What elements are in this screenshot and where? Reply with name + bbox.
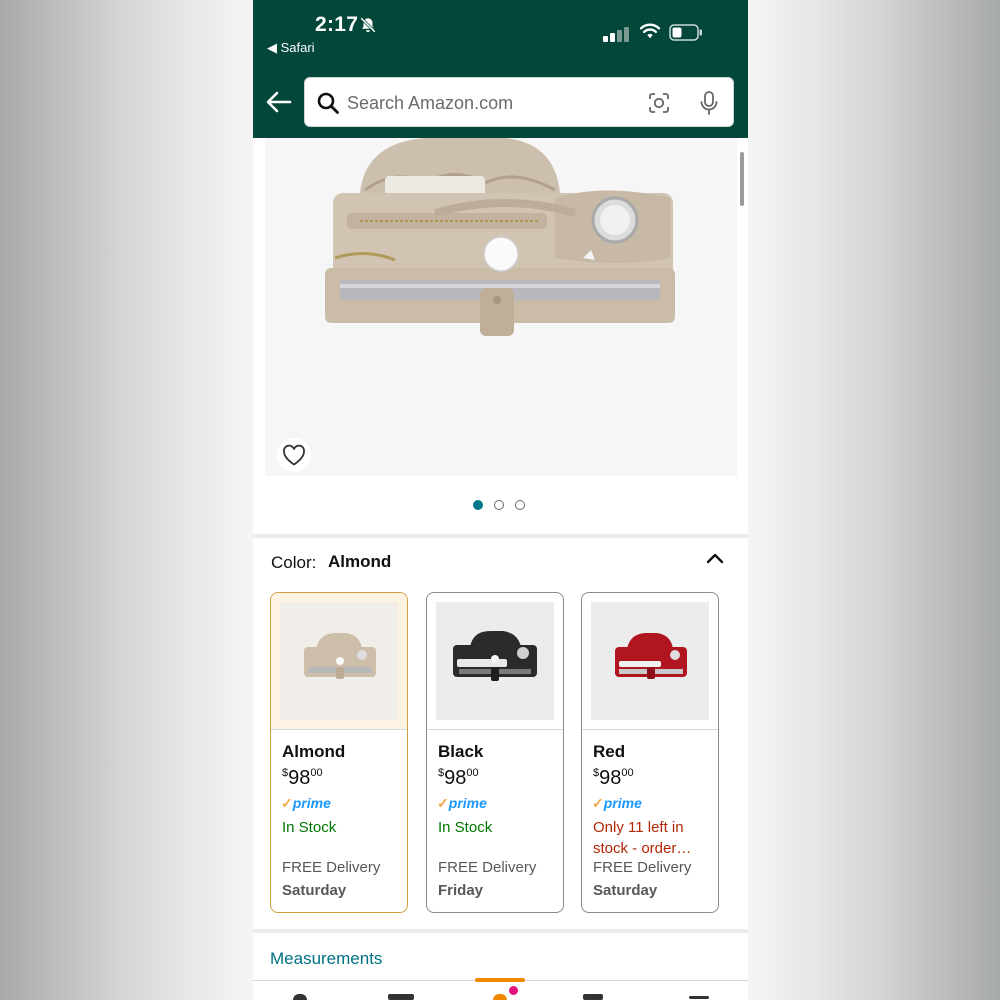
- scroll-indicator[interactable]: [740, 152, 744, 206]
- active-tab-indicator: [475, 978, 525, 982]
- product-image-gallery[interactable]: [265, 138, 737, 476]
- rufus-icon[interactable]: [583, 994, 603, 1000]
- cart-icon[interactable]: [493, 994, 507, 1000]
- menu-icon[interactable]: [689, 996, 709, 999]
- wifi-icon: [639, 23, 661, 39]
- delivery-day: Friday: [438, 882, 484, 899]
- battery-icon: [669, 24, 702, 41]
- delivery-label: FREE Delivery: [282, 859, 381, 876]
- section-divider: [253, 534, 748, 538]
- color-option-almond[interactable]: Almond $9800 ✓prime In Stock FREE Delive…: [270, 592, 408, 913]
- phone-screen: 2:17 ◀ Safari Search Amazon.com Color: A…: [253, 0, 748, 1000]
- search-input[interactable]: [347, 88, 637, 118]
- prime-badge: ✓prime: [592, 795, 642, 811]
- prime-badge: ✓prime: [437, 795, 487, 811]
- search-bar[interactable]: [304, 77, 734, 127]
- gallery-dot-1[interactable]: [473, 500, 483, 510]
- status-time: 2:17: [315, 13, 359, 36]
- delivery-label: FREE Delivery: [438, 859, 537, 876]
- section-divider: [253, 929, 748, 933]
- swatch-image: [591, 602, 709, 720]
- microphone-icon[interactable]: [699, 90, 719, 116]
- gallery-pagination: [473, 500, 525, 510]
- signal-icon: [603, 26, 631, 42]
- gallery-dot-3[interactable]: [515, 500, 525, 510]
- cart-badge: [509, 986, 518, 995]
- swatch-image-container: [271, 593, 407, 730]
- stock-status: In Stock: [438, 819, 493, 836]
- measurements-link[interactable]: Measurements: [270, 949, 382, 969]
- app-header: 2:17 ◀ Safari: [253, 0, 748, 138]
- heart-icon: [283, 444, 305, 466]
- swatch-image: [280, 602, 398, 720]
- prime-badge: ✓prime: [281, 795, 331, 811]
- bell-off-icon: [360, 17, 376, 33]
- gallery-dot-2[interactable]: [494, 500, 504, 510]
- option-price: $9800: [593, 767, 634, 789]
- add-to-wishlist-button[interactable]: [277, 438, 311, 472]
- option-price: $9800: [282, 767, 323, 789]
- delivery-day: Saturday: [282, 882, 347, 899]
- chevron-up-icon[interactable]: [705, 550, 725, 566]
- swatch-image-container: [582, 593, 718, 730]
- option-price: $9800: [438, 767, 479, 789]
- color-option-black[interactable]: Black $9800 ✓prime In Stock FREE Deliver…: [426, 592, 564, 913]
- product-photo: [265, 138, 737, 476]
- profile-icon[interactable]: [388, 994, 414, 1000]
- selected-color: Almond: [328, 552, 392, 571]
- swatch-image-container: [427, 593, 563, 730]
- home-icon[interactable]: [293, 994, 307, 1000]
- option-name: Black: [438, 742, 484, 761]
- color-option-red[interactable]: Red $9800 ✓prime Only 11 left in stock -…: [581, 592, 719, 913]
- stock-status: In Stock: [282, 819, 337, 836]
- search-icon: [317, 92, 339, 114]
- delivery-label: FREE Delivery: [593, 859, 692, 876]
- option-name: Almond: [282, 742, 346, 761]
- back-arrow-icon[interactable]: [265, 88, 293, 116]
- back-to-safari[interactable]: ◀ Safari: [267, 40, 315, 56]
- color-label: Color:: [271, 553, 317, 572]
- swatch-image: [436, 602, 554, 720]
- stock-status: Only 11 left in stock - order…: [593, 819, 692, 857]
- option-name: Red: [593, 742, 626, 761]
- camera-search-icon[interactable]: [647, 91, 671, 115]
- delivery-day: Saturday: [593, 882, 658, 899]
